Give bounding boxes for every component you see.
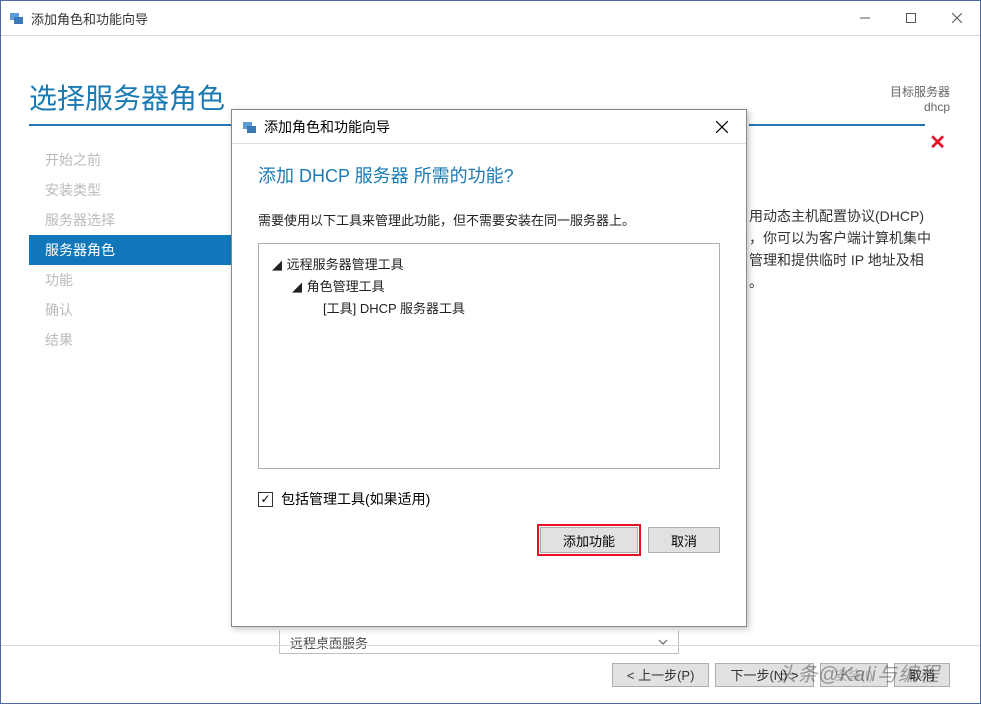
window-controls	[842, 3, 980, 33]
target-server-label: 目标服务器	[890, 83, 950, 100]
desc-line3: 管理和提供临时 IP 地址及相	[749, 249, 954, 271]
app-icon	[9, 10, 25, 26]
target-server-value: dhcp	[890, 100, 950, 114]
desc-line2: ，你可以为客户端计算机集中	[749, 227, 954, 249]
minimize-button[interactable]	[842, 3, 888, 33]
page-title: 选择服务器角色	[29, 77, 225, 117]
titlebar: 添加角色和功能向导	[1, 1, 980, 35]
dialog-cancel-button[interactable]: 取消	[648, 527, 720, 553]
sidebar-item-features[interactable]: 功能	[29, 265, 231, 295]
close-button[interactable]	[934, 3, 980, 33]
include-tools-checkbox-row[interactable]: ✓ 包括管理工具(如果适用)	[258, 489, 720, 509]
add-features-button[interactable]: 添加功能	[540, 527, 638, 553]
desc-line4: 。	[749, 271, 954, 293]
dialog-heading: 添加 DHCP 服务器 所需的功能?	[258, 162, 720, 188]
dialog-icon	[242, 119, 258, 135]
window-title: 添加角色和功能向导	[31, 9, 842, 28]
dialog-title-text: 添加角色和功能向导	[264, 117, 390, 137]
content-area: 选择服务器角色 目标服务器 dhcp ✕ 开始之前 安装类型 服务器选择 服务器…	[1, 35, 980, 703]
dialog-close-button[interactable]	[702, 112, 742, 142]
sidebar-item-server-roles[interactable]: 服务器角色	[29, 235, 231, 265]
sidebar-item-server-select[interactable]: 服务器选择	[29, 205, 231, 235]
dialog-body: 添加 DHCP 服务器 所需的功能? 需要使用以下工具来管理此功能，但不需要安装…	[232, 144, 746, 563]
include-tools-label: 包括管理工具(如果适用)	[281, 489, 430, 509]
sidebar-item-results[interactable]: 结果	[29, 325, 231, 355]
tree-node-role-admin[interactable]: ◢ 角色管理工具	[271, 276, 707, 298]
sidebar-nav: 开始之前 安装类型 服务器选择 服务器角色 功能 确认 结果	[29, 145, 231, 355]
wizard-button-bar: < 上一步(P) 下一步(N) > 安装(I) 取消	[1, 645, 980, 703]
sidebar-item-install-type[interactable]: 安装类型	[29, 175, 231, 205]
feature-tree: ◢ 远程服务器管理工具 ◢ 角色管理工具 [工具] DHCP 服务器工具	[258, 243, 720, 469]
dialog-description: 需要使用以下工具来管理此功能，但不需要安装在同一服务器上。	[258, 210, 720, 229]
prev-button[interactable]: < 上一步(P)	[612, 663, 710, 687]
role-description: 用动态主机配置协议(DHCP) ，你可以为客户端计算机集中 管理和提供临时 IP…	[749, 205, 954, 293]
sidebar-item-confirm[interactable]: 确认	[29, 295, 231, 325]
target-server-info: 目标服务器 dhcp	[890, 83, 950, 114]
next-button[interactable]: 下一步(N) >	[715, 663, 813, 687]
maximize-button[interactable]	[888, 3, 934, 33]
desc-line1: 用动态主机配置协议(DHCP)	[749, 205, 954, 227]
dialog-titlebar: 添加角色和功能向导	[232, 110, 746, 144]
sidebar-item-before[interactable]: 开始之前	[29, 145, 231, 175]
tree-node-dhcp-tool[interactable]: [工具] DHCP 服务器工具	[271, 298, 707, 320]
add-features-dialog: 添加角色和功能向导 添加 DHCP 服务器 所需的功能? 需要使用以下工具来管理…	[231, 109, 747, 627]
cancel-button[interactable]: 取消	[894, 663, 950, 687]
progress-line-left	[29, 124, 231, 126]
main-window: 添加角色和功能向导 选择服务器角色 目标服务器 dhcp ✕ 开始之前 安装类型…	[0, 0, 981, 704]
install-button: 安装(I)	[820, 663, 888, 687]
include-tools-checkbox[interactable]: ✓	[258, 492, 273, 507]
tree-node-remote-admin[interactable]: ◢ 远程服务器管理工具	[271, 254, 707, 276]
progress-line-right	[749, 124, 925, 126]
close-icon[interactable]: ✕	[929, 130, 946, 155]
dialog-button-row: 添加功能 取消	[258, 527, 720, 553]
